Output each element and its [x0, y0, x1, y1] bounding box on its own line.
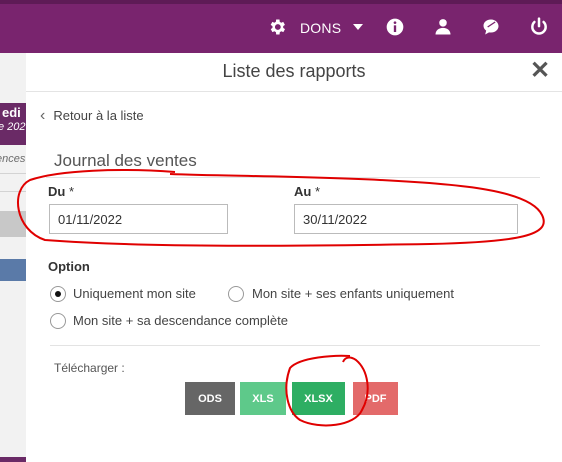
download-ods-button[interactable]: ODS [185, 382, 235, 415]
required-mark: * [314, 184, 321, 199]
user-icon[interactable] [433, 17, 453, 42]
info-icon[interactable] [385, 17, 405, 42]
background-footer [0, 457, 26, 462]
option-title: Option [48, 259, 90, 274]
radio-own-site[interactable] [50, 286, 66, 302]
from-date-label: Du * [48, 184, 74, 199]
radio-site-descendants[interactable] [50, 313, 66, 329]
download-label: Télécharger : [54, 361, 125, 375]
background-text: ences [0, 153, 26, 165]
radio-own-site-label[interactable]: Uniquement mon site [73, 286, 196, 301]
background-divider [0, 173, 26, 174]
radio-site-children-label[interactable]: Mon site + ses enfants uniquement [252, 286, 454, 301]
chat-icon[interactable] [481, 17, 501, 42]
download-xls-button[interactable]: XLS [240, 382, 286, 415]
modal-header: Liste des rapports ✕ [26, 53, 562, 92]
download-pdf-button[interactable]: PDF [353, 382, 398, 415]
from-label-text: Du [48, 184, 66, 199]
power-icon[interactable] [529, 17, 549, 42]
section-divider [46, 177, 540, 178]
background-row [0, 211, 26, 237]
download-divider [50, 345, 540, 346]
download-xlsx-button[interactable]: XLSX [292, 382, 345, 415]
radio-site-descendants-label[interactable]: Mon site + sa descendance complète [73, 313, 288, 328]
close-icon[interactable]: ✕ [530, 59, 550, 83]
required-mark: * [68, 184, 75, 199]
modal-title: Liste des rapports [222, 61, 366, 81]
to-date-input[interactable] [294, 204, 518, 234]
top-bar-border [0, 0, 562, 4]
radio-site-children[interactable] [228, 286, 244, 302]
to-date-label: Au * [294, 184, 320, 199]
caret-down-icon[interactable] [353, 24, 363, 30]
top-bar: DONS [0, 0, 562, 53]
to-label-text: Au [294, 184, 312, 199]
gear-icon[interactable] [267, 17, 287, 42]
background-highlight-row [0, 259, 26, 281]
report-section-title: Journal des ventes [54, 151, 197, 170]
site-selector-label[interactable]: DONS [300, 20, 341, 36]
back-to-list-link[interactable]: ‹ Retour à la liste [40, 107, 144, 125]
background-date-label: e 202 [0, 121, 26, 133]
from-date-input[interactable] [49, 204, 228, 234]
chevron-left-icon: ‹ [40, 107, 46, 124]
background-day-header: edi e 202 [0, 103, 26, 145]
reports-modal: Liste des rapports ✕ ‹ Retour à la liste … [26, 53, 562, 462]
background-divider [0, 191, 26, 192]
background-day-label: edi [2, 105, 21, 120]
back-label: Retour à la liste [53, 108, 144, 123]
background-app: edi e 202 ences [0, 53, 26, 462]
